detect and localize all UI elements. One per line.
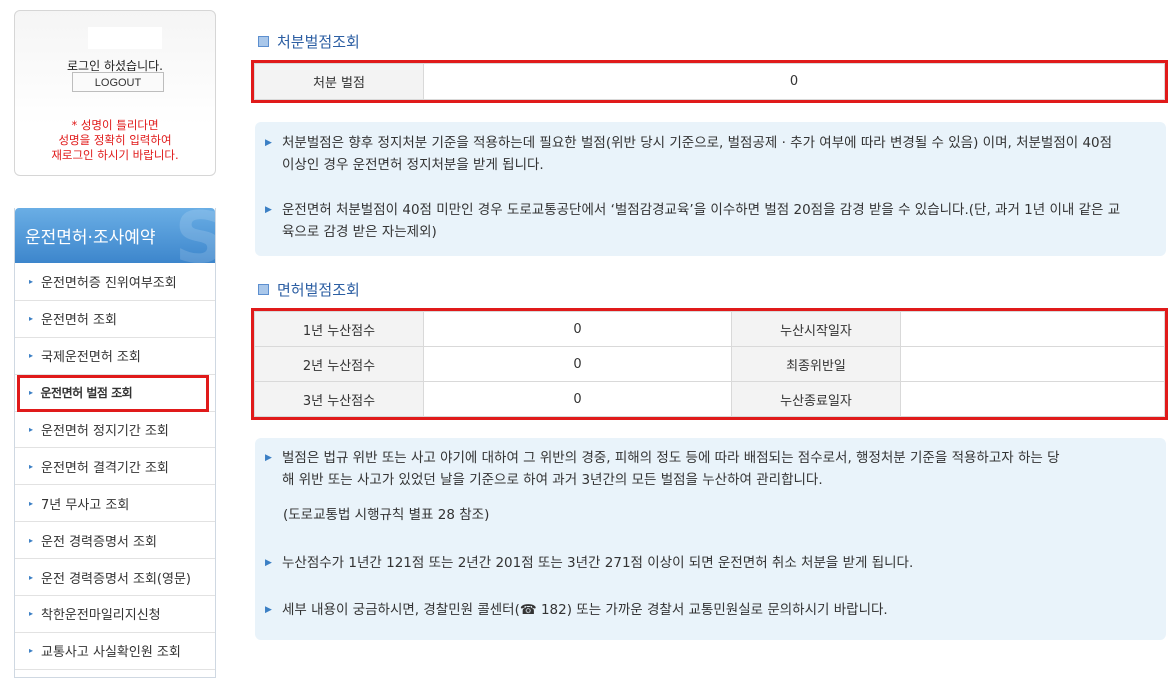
info-text: (도로교통법 시행규칙 별표 28 참조) xyxy=(283,507,490,523)
arrow-bullet-icon: ▸ xyxy=(29,425,34,434)
triangle-bullet-icon: ▶ xyxy=(265,558,272,568)
user-name-mask xyxy=(88,27,162,49)
side-menu-item[interactable]: ▸ 운전면허 정지기간 조회 xyxy=(15,412,215,449)
arrow-bullet-icon: ▸ xyxy=(29,351,34,361)
arrow-bullet-icon: ▸ xyxy=(29,314,34,324)
side-menu-item[interactable]: ▸ 운전면허증 진위여부조회 xyxy=(15,264,215,301)
accumulated-points-label: 2년 누산점수 xyxy=(254,346,424,382)
date-label: 누산종료일자 xyxy=(731,381,901,417)
arrow-bullet-icon: ▸ xyxy=(29,277,34,287)
side-menu-item[interactable]: ▸ 교통사고 사실확인원 조회 xyxy=(15,633,215,670)
table-row: 1년 누산점수 0 누산시작일자 xyxy=(254,311,1165,347)
side-menu-item-label: 국제운전면허 조회 xyxy=(41,350,141,366)
side-menu-item[interactable]: ▸ 운전 경력증명서 조회 xyxy=(15,522,215,560)
side-menu-item-label: 7년 무사고 조회 xyxy=(41,497,130,513)
side-menu-item[interactable]: ▸ 국제운전면허 조회 xyxy=(15,338,215,375)
section-title-license: 면허벌점조회 xyxy=(258,279,360,300)
disposition-points-label: 처분 벌점 xyxy=(254,63,424,100)
arrow-bullet-icon: ▸ xyxy=(29,388,33,398)
info-text: 운전면허 처분벌점이 40점 미만인 경우 도로교통공단에서 ‘벌점감경교육’을… xyxy=(282,202,1121,240)
disposition-points-table: 처분 벌점 0 xyxy=(251,60,1168,103)
table-row: 2년 누산점수 0 최종위반일 xyxy=(254,346,1165,382)
accumulated-points-value: 0 xyxy=(423,346,732,382)
info-text: 처분벌점은 향후 정지처분 기준을 적용하는데 필요한 벌점(위반 당시 기준으… xyxy=(282,135,1113,173)
info-text: 세부 내용이 궁금하시면, 경찰민원 콜센터(☎ 182) 또는 가까운 경찰서… xyxy=(282,602,888,618)
side-menu-item[interactable]: ▸ 7년 무사고 조회 xyxy=(15,485,215,523)
triangle-bullet-icon: ▶ xyxy=(265,453,272,463)
side-menu-item[interactable]: ▸ 운전면허 조회 xyxy=(15,301,215,338)
arrow-bullet-icon: ▸ xyxy=(29,498,34,508)
info-paragraph: ▶ 운전면허 처분벌점이 40점 미만인 경우 도로교통공단에서 ‘벌점감경교육… xyxy=(265,199,1126,243)
accumulated-points-value: 0 xyxy=(423,311,732,347)
info-paragraph: ▶ 누산점수가 1년간 121점 또는 2년간 201점 또는 3년간 271점… xyxy=(265,552,1126,574)
side-menu-item-label: 운전 경력증명서 조회(영문) xyxy=(41,571,191,587)
square-bullet-icon xyxy=(258,284,269,295)
date-label: 누산시작일자 xyxy=(731,311,901,347)
side-menu-item[interactable]: ▸ 운전면허 결격기간 조회 xyxy=(15,448,215,486)
license-points-table: 1년 누산점수 0 누산시작일자 2년 누산점수 0 최종위반일 3년 누산점수 0 누산종료일… xyxy=(251,308,1168,420)
triangle-bullet-icon: ▶ xyxy=(265,205,272,215)
side-menu: 운전면허·조사예약 S ▸ 운전면허증 진위여부조회 ▸ 운전면허 조회 ▸ 국제운전면허… xyxy=(14,208,216,678)
triangle-bullet-icon: ▶ xyxy=(265,138,272,148)
login-panel: 로그인 하셨습니다. LOGOUT * 성명이 틀리다면 성명을 정확히 입력하… xyxy=(14,10,216,176)
info-paragraph: ▶ 벌점은 법규 위반 또는 사고 야기에 대하여 그 위반의 경중, 피해의 … xyxy=(265,447,1066,491)
section-title-disposition: 처분벌점조회 xyxy=(258,31,360,52)
arrow-bullet-icon: ▸ xyxy=(29,572,34,582)
table-row: 3년 누산점수 0 누산종료일자 xyxy=(254,381,1165,417)
side-menu-item-label: 운전면허 정지기간 조회 xyxy=(41,424,169,439)
date-value xyxy=(900,381,1165,417)
login-note: * 성명이 틀리다면 성명을 정확히 입력하여 재로그인 하시기 바랍니다. xyxy=(51,118,179,162)
info-text: 누산점수가 1년간 121점 또는 2년간 201점 또는 3년간 271점 이… xyxy=(282,555,914,571)
license-info-box: ▶ 벌점은 법규 위반 또는 사고 야기에 대하여 그 위반의 경중, 피해의 … xyxy=(255,438,1166,640)
side-menu-list: ▸ 운전면허증 진위여부조회 ▸ 운전면허 조회 ▸ 국제운전면허 조회 ▸ 운전면허 벌점 … xyxy=(15,264,215,670)
side-menu-item[interactable]: ▸ 운전 경력증명서 조회(영문) xyxy=(15,559,215,597)
side-menu-item-label: 착한운전마일리지신청 xyxy=(41,608,161,624)
side-menu-item-label: 운전 경력증명서 조회 xyxy=(41,534,157,550)
info-paragraph: ▶ 처분벌점은 향후 정지처분 기준을 적용하는데 필요한 벌점(위반 당시 기… xyxy=(265,132,1126,176)
arrow-bullet-icon: ▸ xyxy=(29,535,34,545)
arrow-bullet-icon: ▸ xyxy=(29,646,34,656)
accumulated-points-label: 3년 누산점수 xyxy=(254,381,424,417)
disposition-info-box: ▶ 처분벌점은 향후 정지처분 기준을 적용하는데 필요한 벌점(위반 당시 기… xyxy=(255,122,1166,256)
accumulated-points-label: 1년 누산점수 xyxy=(254,311,424,347)
side-menu-item-label: 운전면허증 진위여부조회 xyxy=(41,276,177,292)
arrow-bullet-icon: ▸ xyxy=(29,609,34,619)
side-menu-item-label: 교통사고 사실확인원 조회 xyxy=(41,645,181,661)
side-menu-title: 운전면허·조사예약 xyxy=(25,228,156,248)
section-title-text: 처분벌점조회 xyxy=(277,33,360,51)
triangle-bullet-icon: ▶ xyxy=(265,605,272,615)
square-bullet-icon xyxy=(258,36,269,47)
accumulated-points-value: 0 xyxy=(423,381,732,417)
date-value xyxy=(900,311,1165,347)
side-menu-item-label: 운전면허 결격기간 조회 xyxy=(41,460,169,476)
side-menu-item-label: 운전면허 조회 xyxy=(41,313,117,329)
menu-decoration: S xyxy=(174,208,215,263)
date-label: 최종위반일 xyxy=(731,346,901,382)
section-title-text: 면허벌점조회 xyxy=(277,281,360,299)
date-value xyxy=(900,346,1165,382)
info-paragraph: ▶ 세부 내용이 궁금하시면, 경찰민원 콜센터(☎ 182) 또는 가까운 경… xyxy=(265,599,1126,621)
info-text: 벌점은 법규 위반 또는 사고 야기에 대하여 그 위반의 경중, 피해의 정도… xyxy=(282,450,1060,488)
info-reference: (도로교통법 시행규칙 별표 28 참조) xyxy=(265,504,1126,526)
side-menu-item-label: 운전면허 벌점 조회 xyxy=(40,386,133,401)
side-menu-header: 운전면허·조사예약 S xyxy=(15,208,215,263)
side-menu-item[interactable]: ▸ 착한운전마일리지신청 xyxy=(15,596,215,633)
side-menu-item[interactable]: ▸ 운전면허 벌점 조회 xyxy=(15,374,215,412)
disposition-points-value: 0 xyxy=(423,63,1165,100)
arrow-bullet-icon: ▸ xyxy=(29,461,34,471)
logout-button[interactable]: LOGOUT xyxy=(72,72,164,92)
